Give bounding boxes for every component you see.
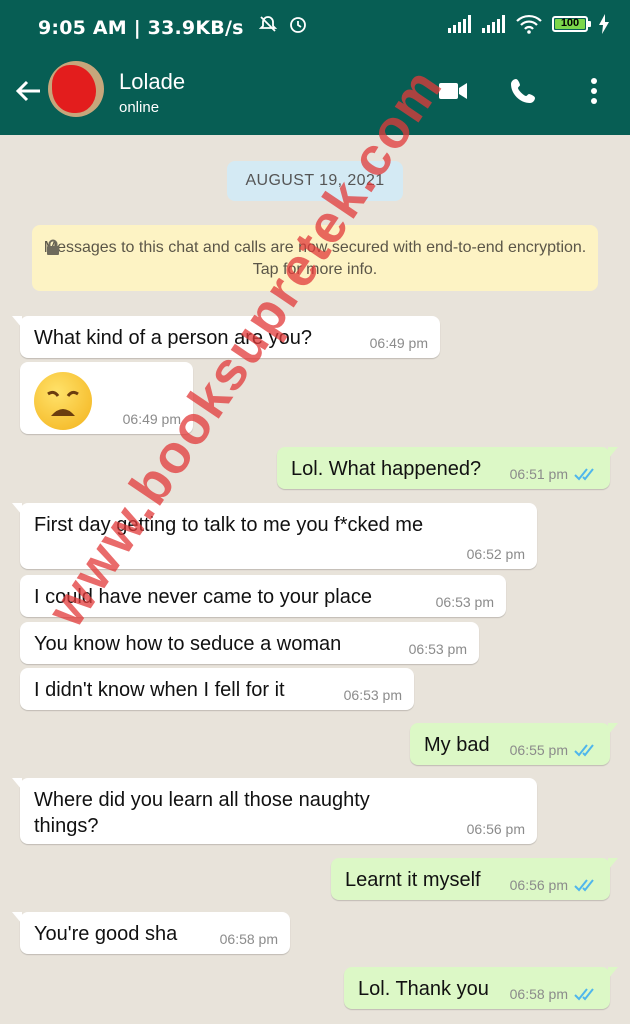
incoming-message[interactable]: I could have never came to your place 06… (20, 575, 506, 617)
status-icons: 100 (258, 14, 610, 34)
signal-icon-2 (482, 15, 505, 33)
signal-icon (448, 15, 471, 33)
back-arrow-icon[interactable] (12, 75, 44, 107)
incoming-message[interactable]: You know how to seduce a woman 06:53 pm (20, 622, 479, 664)
message-text: First day getting to talk to me you f*ck… (34, 514, 424, 536)
lock-icon (47, 239, 59, 255)
message-time: 06:51 pm (509, 466, 568, 482)
message-text: I didn't know when I fell for it (34, 679, 285, 701)
message-time: 06:49 pm (122, 411, 181, 427)
status-bar: 9:05 AM | 33.9KB/s 100 (0, 0, 630, 47)
message-text: What kind of a person are you? (34, 327, 312, 349)
chat-header: Lolade online (0, 47, 630, 135)
message-time: 06:56 pm (509, 877, 568, 893)
weary-face-emoji-icon (34, 372, 92, 430)
outgoing-message[interactable]: Learnt it myself 06:56 pm (331, 858, 618, 900)
mute-icon (258, 16, 278, 32)
incoming-message[interactable]: I didn't know when I fell for it 06:53 p… (20, 668, 414, 710)
charging-icon (599, 14, 609, 34)
voice-call-icon[interactable] (507, 75, 539, 107)
message-text: Lol. Thank you (358, 978, 489, 1000)
read-ticks-icon (574, 468, 594, 481)
wifi-icon (516, 14, 542, 34)
more-options-icon[interactable] (580, 75, 608, 107)
encryption-text: Messages to this chat and calls are now … (43, 239, 587, 278)
incoming-message[interactable]: First day getting to talk to me you f*ck… (12, 503, 537, 569)
alarm-icon (290, 17, 306, 33)
message-time: 06:49 pm (369, 335, 428, 351)
message-time: 06:55 pm (509, 742, 568, 758)
incoming-message[interactable]: 06:49 pm (20, 362, 193, 434)
message-text: Lol. What happened? (291, 458, 482, 480)
message-time: 06:56 pm (466, 821, 525, 837)
date-divider: AUGUST 19, 2021 (227, 161, 403, 201)
status-time: 9:05 AM | 33.9KB/s (38, 17, 244, 39)
outgoing-message[interactable]: My bad 06:55 pm (410, 723, 618, 765)
incoming-message[interactable]: Where did you learn all those naughty th… (12, 778, 537, 844)
read-ticks-icon (574, 744, 594, 757)
battery-level: 100 (560, 17, 580, 29)
message-text: My bad (424, 734, 490, 756)
contact-name[interactable]: Lolade (119, 69, 185, 95)
outgoing-message[interactable]: Lol. Thank you 06:58 pm (344, 967, 618, 1009)
message-text: Learnt it myself (345, 869, 481, 891)
message-text: You're good sha (34, 923, 178, 945)
read-ticks-icon (574, 879, 594, 892)
message-time: 06:53 pm (408, 641, 467, 657)
incoming-message[interactable]: What kind of a person are you? 06:49 pm (12, 316, 440, 358)
message-text: You know how to seduce a woman (34, 633, 342, 655)
message-time: 06:58 pm (509, 986, 568, 1002)
battery-icon: 100 (552, 16, 591, 32)
contact-status: online (119, 99, 160, 116)
message-time: 06:58 pm (219, 931, 278, 947)
video-call-icon[interactable] (437, 75, 469, 107)
message-time: 06:53 pm (343, 687, 402, 703)
message-time: 06:52 pm (466, 546, 525, 562)
incoming-message[interactable]: You're good sha 06:58 pm (12, 912, 290, 954)
avatar[interactable] (48, 61, 104, 117)
encryption-notice[interactable]: Messages to this chat and calls are now … (32, 225, 598, 291)
message-time: 06:53 pm (435, 594, 494, 610)
message-text: Where did you learn all those naughty th… (34, 789, 370, 837)
message-text: I could have never came to your place (34, 586, 372, 608)
outgoing-message[interactable]: Lol. What happened? 06:51 pm (277, 447, 618, 489)
read-ticks-icon (574, 988, 594, 1001)
